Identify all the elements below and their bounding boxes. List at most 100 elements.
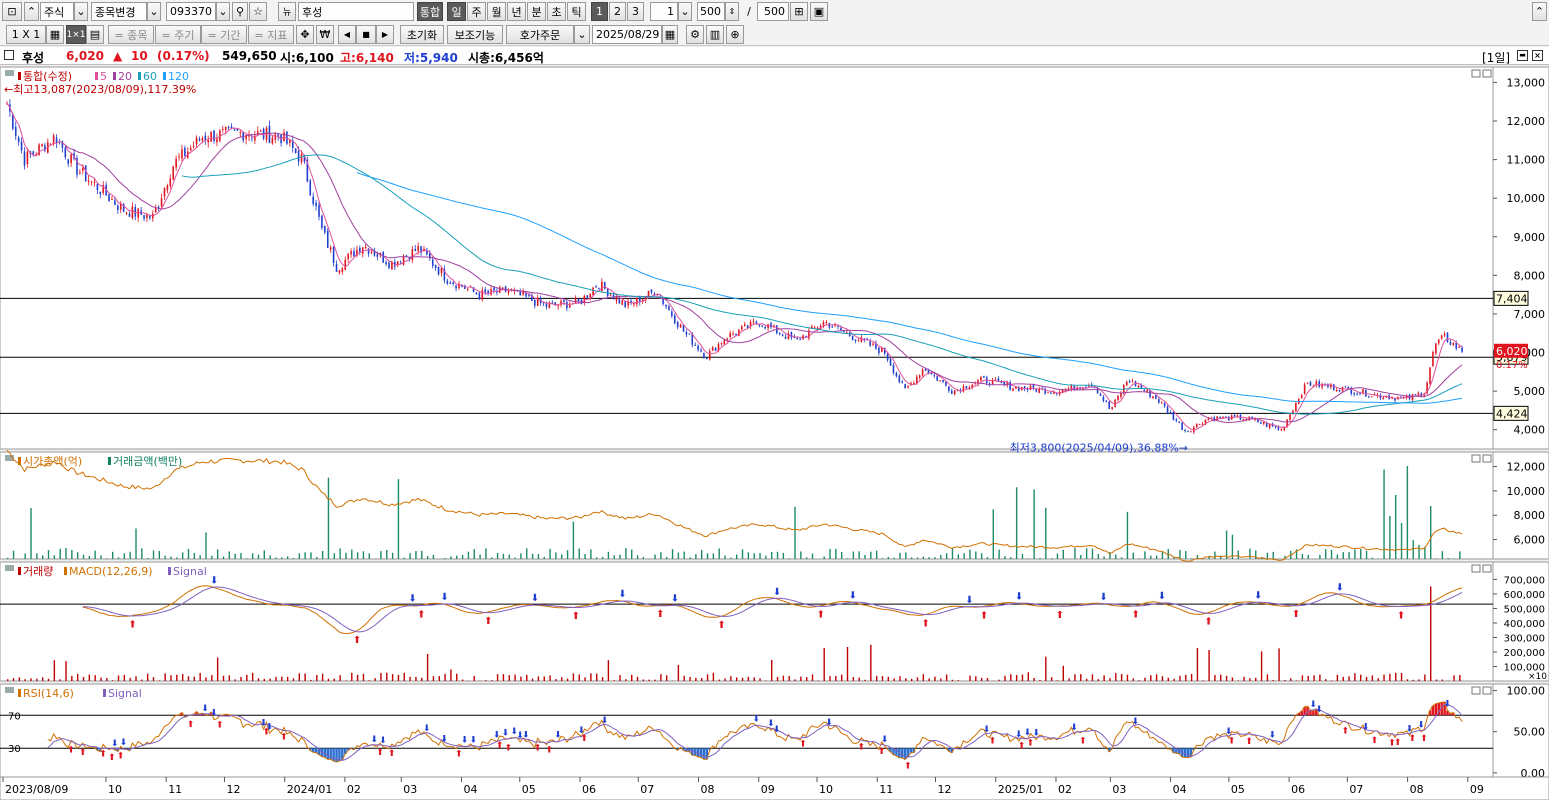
stock-chart[interactable]: 4,000 5,000 6,000 7,000 8,000 9,000 10,000 11,0… <box>0 65 1549 800</box>
candle-body <box>592 287 594 296</box>
candle-body <box>1225 416 1227 418</box>
trade-value-bar <box>269 555 271 559</box>
assist-button[interactable]: 보조기능 <box>447 25 503 44</box>
panel-close-icon <box>1482 454 1492 463</box>
trade-value-bar <box>141 548 143 559</box>
period-tab-1[interactable]: 주 <box>467 2 486 21</box>
zoom-icon[interactable]: ⊕ <box>726 25 744 44</box>
volume-bar <box>18 677 21 681</box>
volume-bar <box>176 674 178 681</box>
chevron-up-icon[interactable]: ⌃ <box>1532 2 1547 21</box>
legend-label: Signal <box>108 687 142 700</box>
period-tab-4[interactable]: 분 <box>527 2 546 21</box>
candle-body <box>160 198 163 207</box>
close-icon[interactable]: × <box>1532 50 1543 61</box>
next-icon[interactable]: ▶ <box>376 25 394 44</box>
cycle-sync-button[interactable]: = 주기 <box>155 25 201 44</box>
chevron-down-icon[interactable]: ⌄ <box>74 2 88 21</box>
volume-bar <box>526 674 528 681</box>
spinner-icon[interactable]: ⇕ <box>725 2 739 21</box>
candle-body <box>1344 386 1347 388</box>
favorite-star-icon[interactable]: ☆ <box>249 2 267 21</box>
volume-bar <box>864 679 866 681</box>
period-tab-2[interactable]: 월 <box>487 2 506 21</box>
chevron-down-icon[interactable]: ⌄ <box>147 2 161 21</box>
period-tab-0[interactable]: 일 <box>447 2 466 21</box>
indicator-sync-button[interactable]: = 지표 <box>248 25 294 44</box>
stop-icon[interactable]: ■ <box>356 25 376 44</box>
stock-code-input[interactable]: 093370 <box>166 2 216 21</box>
market-select[interactable]: 주식 <box>40 2 74 21</box>
interval-input[interactable]: 1 <box>650 2 678 21</box>
grid-icon[interactable]: ▦ <box>46 25 64 44</box>
current-pct-label: 0.17% <box>1496 360 1528 371</box>
integrated-button[interactable]: 통합 <box>417 2 443 21</box>
collapse-icon[interactable] <box>4 50 14 60</box>
order-button[interactable]: 호가주문 <box>506 25 574 44</box>
reset-button[interactable]: 초기화 <box>400 25 444 44</box>
indicator-list-icon[interactable]: ▥ <box>706 25 724 44</box>
single-layout-button[interactable]: 1×1 <box>66 25 86 44</box>
volume-bar <box>642 679 645 681</box>
sell-arrow-icon: ⬇ <box>120 738 128 748</box>
prev-icon[interactable]: ◀ <box>338 25 356 44</box>
candle-body <box>743 324 746 327</box>
candle-body <box>603 282 606 289</box>
volume-bar <box>199 672 201 681</box>
trade-value-bar <box>712 553 715 559</box>
trade-value-bar <box>1050 558 1053 559</box>
period-tab-3[interactable]: 년 <box>507 2 526 21</box>
chevron-down-icon[interactable]: ⌄ <box>216 2 230 21</box>
maximize-icon[interactable]: ▬ <box>1517 50 1528 61</box>
legend-swatch <box>95 72 98 80</box>
candle-body <box>825 321 828 324</box>
period-tab-5[interactable]: 초 <box>547 2 566 21</box>
total-count-field: 500 <box>757 2 789 21</box>
period-tab-6[interactable]: 틱 <box>567 2 586 21</box>
buy-arrow-icon: ⬆ <box>1131 610 1139 621</box>
chevron-down-icon[interactable]: ⌄ <box>574 25 590 44</box>
count-tab-2[interactable]: 2 <box>609 2 626 21</box>
currency-icon[interactable]: ₩ <box>316 25 334 44</box>
trade-value-bar <box>24 553 26 559</box>
volume-bar <box>928 678 930 681</box>
volume-bar <box>578 674 580 681</box>
layout-button[interactable]: 1 X 1 <box>6 25 46 44</box>
item-sync-button[interactable]: = 종목 <box>108 25 154 44</box>
display-count-input[interactable]: 500 <box>697 2 725 21</box>
trade-value-bar <box>7 557 9 559</box>
candle-body <box>192 146 195 148</box>
date-input[interactable]: 2025/08/29 <box>592 25 662 44</box>
save-icon[interactable]: ▣ <box>810 2 828 21</box>
volume-bar <box>934 676 936 681</box>
chevron-down-icon[interactable]: ⌄ <box>678 2 692 21</box>
volume-bar <box>1015 675 1018 681</box>
candle-body <box>1332 384 1335 390</box>
table-icon[interactable]: ▤ <box>86 25 104 44</box>
candle-body <box>350 251 352 255</box>
move-icon[interactable]: ✥ <box>296 25 314 44</box>
count-tab-1[interactable]: 1 <box>591 2 608 21</box>
stock-change-select[interactable]: 종목변경 <box>91 2 147 21</box>
search-icon[interactable]: ⚲ <box>232 2 248 21</box>
volume-bar <box>1150 675 1152 681</box>
trade-value-bar <box>718 548 720 559</box>
trade-value-bar <box>356 552 359 559</box>
candle-body <box>131 206 134 219</box>
settings-gear-icon[interactable]: ⚙ <box>686 25 704 44</box>
window-menu-button[interactable]: ⊡ <box>2 2 22 21</box>
rsi-y-tick-label: 100.00 <box>1507 685 1546 698</box>
candle-body <box>668 306 670 310</box>
period-sync-button[interactable]: = 기간 <box>201 25 247 44</box>
buy-arrow-icon: ⬆ <box>534 743 542 753</box>
calendar-icon[interactable]: ▦ <box>662 25 678 44</box>
candle-body <box>26 151 29 165</box>
news-icon[interactable]: 뉴 <box>278 2 296 21</box>
price-y-tick-label: 13,000 <box>1507 76 1546 89</box>
add-window-icon[interactable]: ⊞ <box>790 2 808 21</box>
candle-body <box>411 249 414 261</box>
trade-value-bar <box>456 555 458 559</box>
volume-bar <box>1342 676 1344 681</box>
count-tab-3[interactable]: 3 <box>627 2 644 21</box>
chevron-up-icon[interactable]: ⌃ <box>24 2 39 21</box>
